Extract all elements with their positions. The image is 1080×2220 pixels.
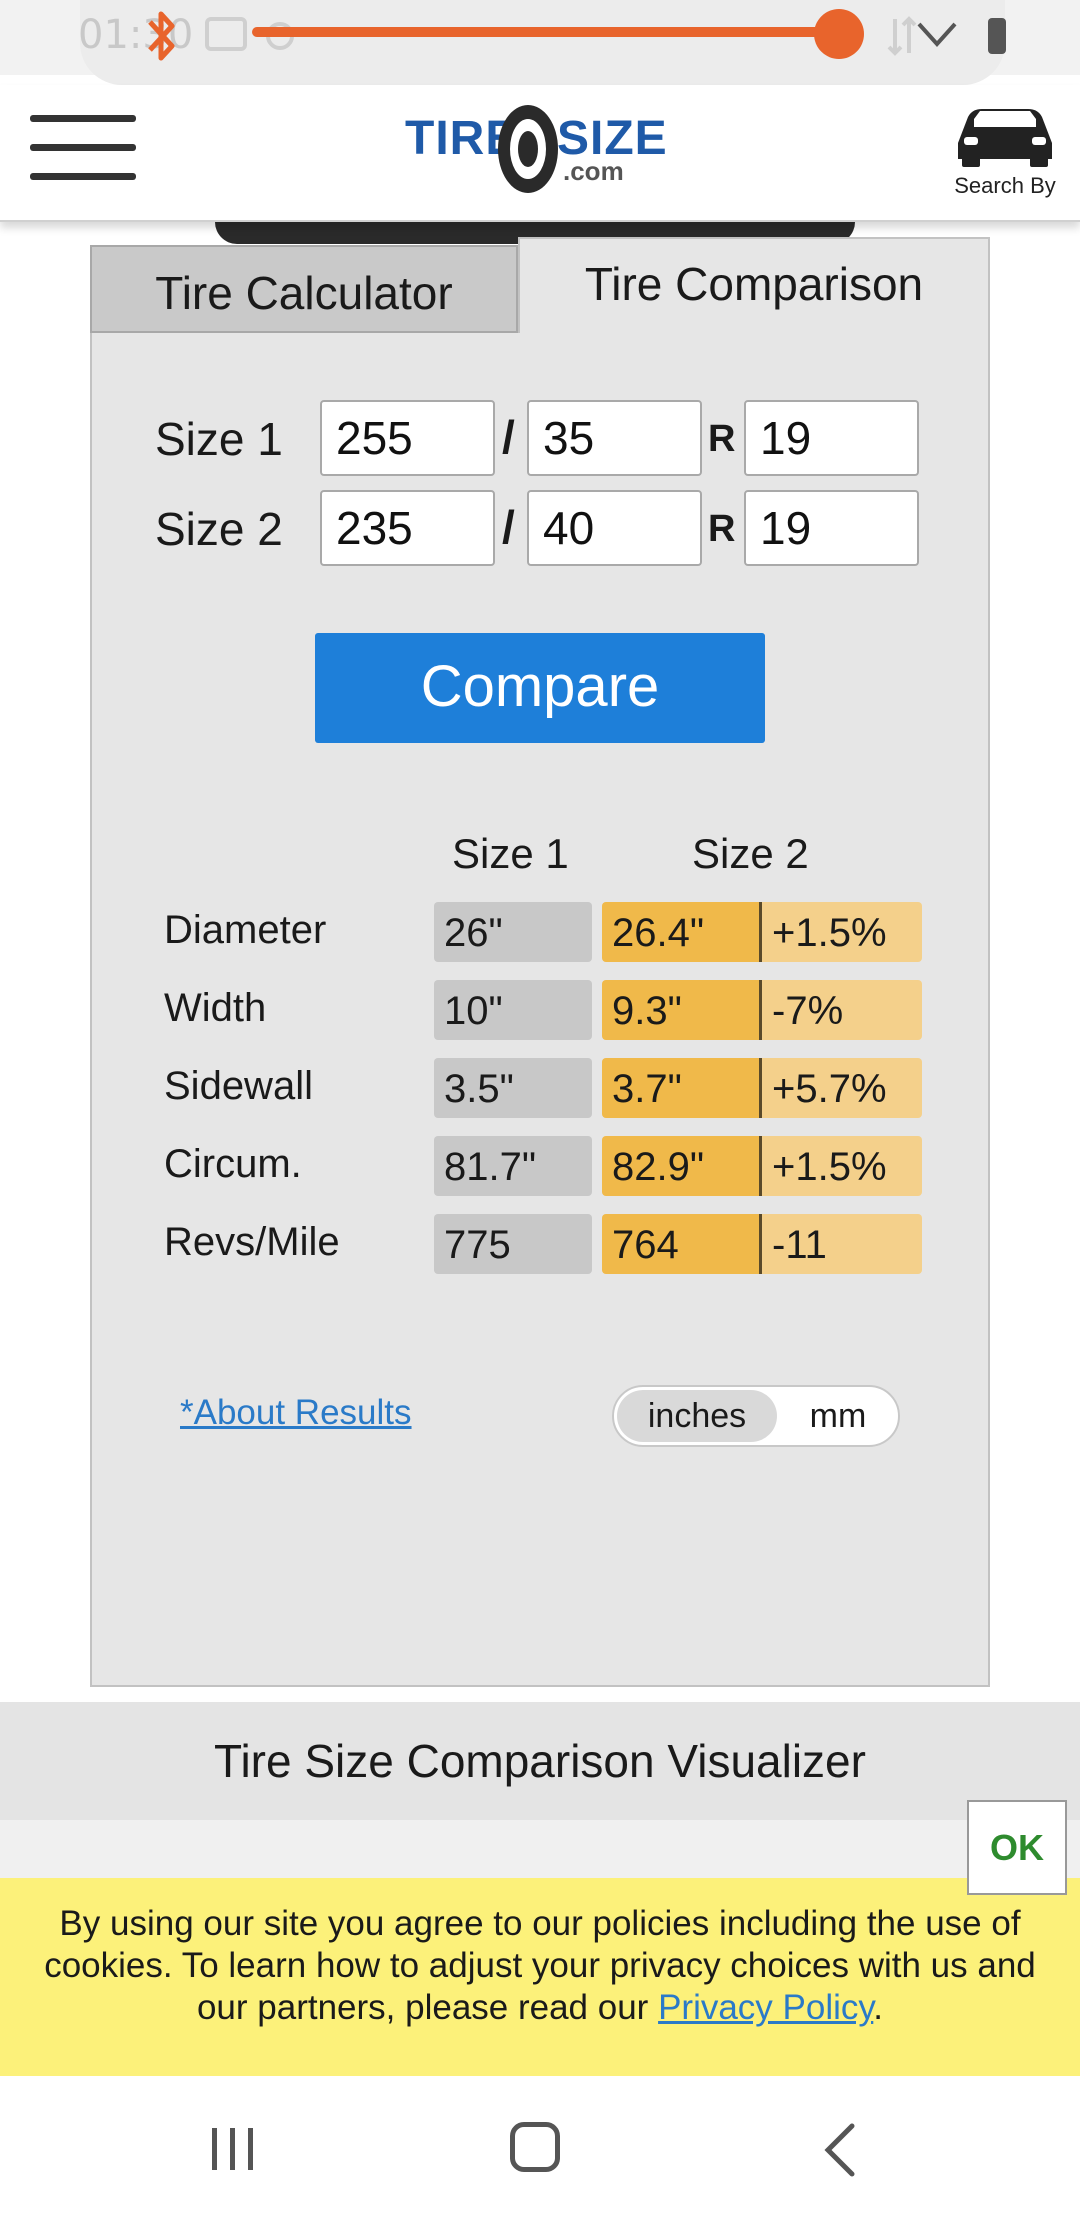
- row-label-revs-mile: Revs/Mile: [164, 1220, 340, 1264]
- tab-tire-calculator[interactable]: Tire Calculator: [90, 245, 518, 333]
- unit-toggle[interactable]: inches mm: [612, 1385, 900, 1447]
- revs-mile-size1: 775: [434, 1214, 592, 1274]
- unit-mm-option[interactable]: mm: [782, 1390, 894, 1442]
- tab-tire-comparison[interactable]: Tire Comparison: [518, 237, 990, 333]
- circum-size2: 82.9": [602, 1136, 762, 1196]
- volume-slider-handle[interactable]: [814, 9, 864, 59]
- site-header: TIRE SIZE .com Search By: [0, 85, 1080, 222]
- hamburger-menu-icon[interactable]: [30, 113, 136, 183]
- recents-icon[interactable]: [210, 2126, 256, 2172]
- row-label-sidewall: Sidewall: [164, 1064, 313, 1108]
- width-size2: 9.3": [602, 980, 762, 1040]
- home-icon[interactable]: [510, 2122, 560, 2172]
- bluetooth-icon: [148, 11, 175, 61]
- tire-logo-icon: [498, 105, 558, 193]
- sidewall-size2: 3.7": [602, 1058, 762, 1118]
- size1-slash: /: [502, 411, 515, 463]
- cookie-text-end: .: [873, 1988, 884, 2027]
- about-results-link[interactable]: *About Results: [180, 1393, 412, 1433]
- volume-slider-track[interactable]: [252, 27, 840, 37]
- search-by-label: Search By: [954, 173, 1056, 198]
- diameter-size1: 26": [434, 902, 592, 962]
- size1-width-input[interactable]: 255: [320, 400, 495, 476]
- size1-aspect-input[interactable]: 35: [527, 400, 702, 476]
- status-bar: 01:30: [0, 0, 1080, 85]
- circum-size1: 81.7": [434, 1136, 592, 1196]
- system-nav-bar: [0, 2076, 1080, 2220]
- compare-button[interactable]: Compare: [315, 633, 765, 743]
- size1-label: Size 1: [155, 413, 283, 465]
- size2-r-label: R: [708, 508, 736, 550]
- unit-inches-option[interactable]: inches: [617, 1390, 777, 1442]
- car-icon: [958, 109, 1052, 167]
- cookie-text: By using our site you agree to our polic…: [44, 1904, 1036, 2027]
- width-diff: -7%: [762, 980, 922, 1040]
- results-col-size2: Size 2: [692, 830, 809, 877]
- battery-icon: [988, 18, 1006, 54]
- search-by-button[interactable]: Search By: [940, 103, 1070, 213]
- chevron-down-icon[interactable]: [915, 14, 959, 54]
- width-size1: 10": [434, 980, 592, 1040]
- size1-r-label: R: [708, 418, 736, 460]
- network-icon: [887, 16, 917, 56]
- row-label-circum: Circum.: [164, 1142, 302, 1186]
- row-label-width: Width: [164, 986, 267, 1030]
- cookie-banner: By using our site you agree to our polic…: [0, 1878, 1080, 2076]
- size1-rim-input[interactable]: 19: [744, 400, 919, 476]
- circum-diff: +1.5%: [762, 1136, 922, 1196]
- size2-slash: /: [502, 501, 515, 553]
- logo-suffix: .com: [563, 156, 624, 186]
- revs-mile-diff: -11: [762, 1214, 922, 1274]
- size2-aspect-input[interactable]: 40: [527, 490, 702, 566]
- visualizer-heading[interactable]: Tire Size Comparison Visualizer: [0, 1702, 1080, 1820]
- size2-label: Size 2: [155, 503, 283, 555]
- size2-width-input[interactable]: 235: [320, 490, 495, 566]
- privacy-policy-link[interactable]: Privacy Policy: [658, 1988, 873, 2027]
- diameter-size2: 26.4": [602, 902, 762, 962]
- page: 01:30 TIRE SIZE .com Search By Tire Calc…: [0, 0, 1080, 2220]
- diameter-diff: +1.5%: [762, 902, 922, 962]
- size2-rim-input[interactable]: 19: [744, 490, 919, 566]
- revs-mile-size2: 764: [602, 1214, 762, 1274]
- cast-icon: [205, 17, 247, 51]
- visualizer-content: [0, 1820, 1080, 1880]
- results-col-size1: Size 1: [452, 830, 569, 877]
- sidewall-size1: 3.5": [434, 1058, 592, 1118]
- site-logo[interactable]: TIRE SIZE .com: [405, 101, 675, 201]
- cookie-ok-button[interactable]: OK: [967, 1800, 1067, 1895]
- sidewall-diff: +5.7%: [762, 1058, 922, 1118]
- back-icon[interactable]: [820, 2122, 860, 2178]
- row-label-diameter: Diameter: [164, 908, 327, 952]
